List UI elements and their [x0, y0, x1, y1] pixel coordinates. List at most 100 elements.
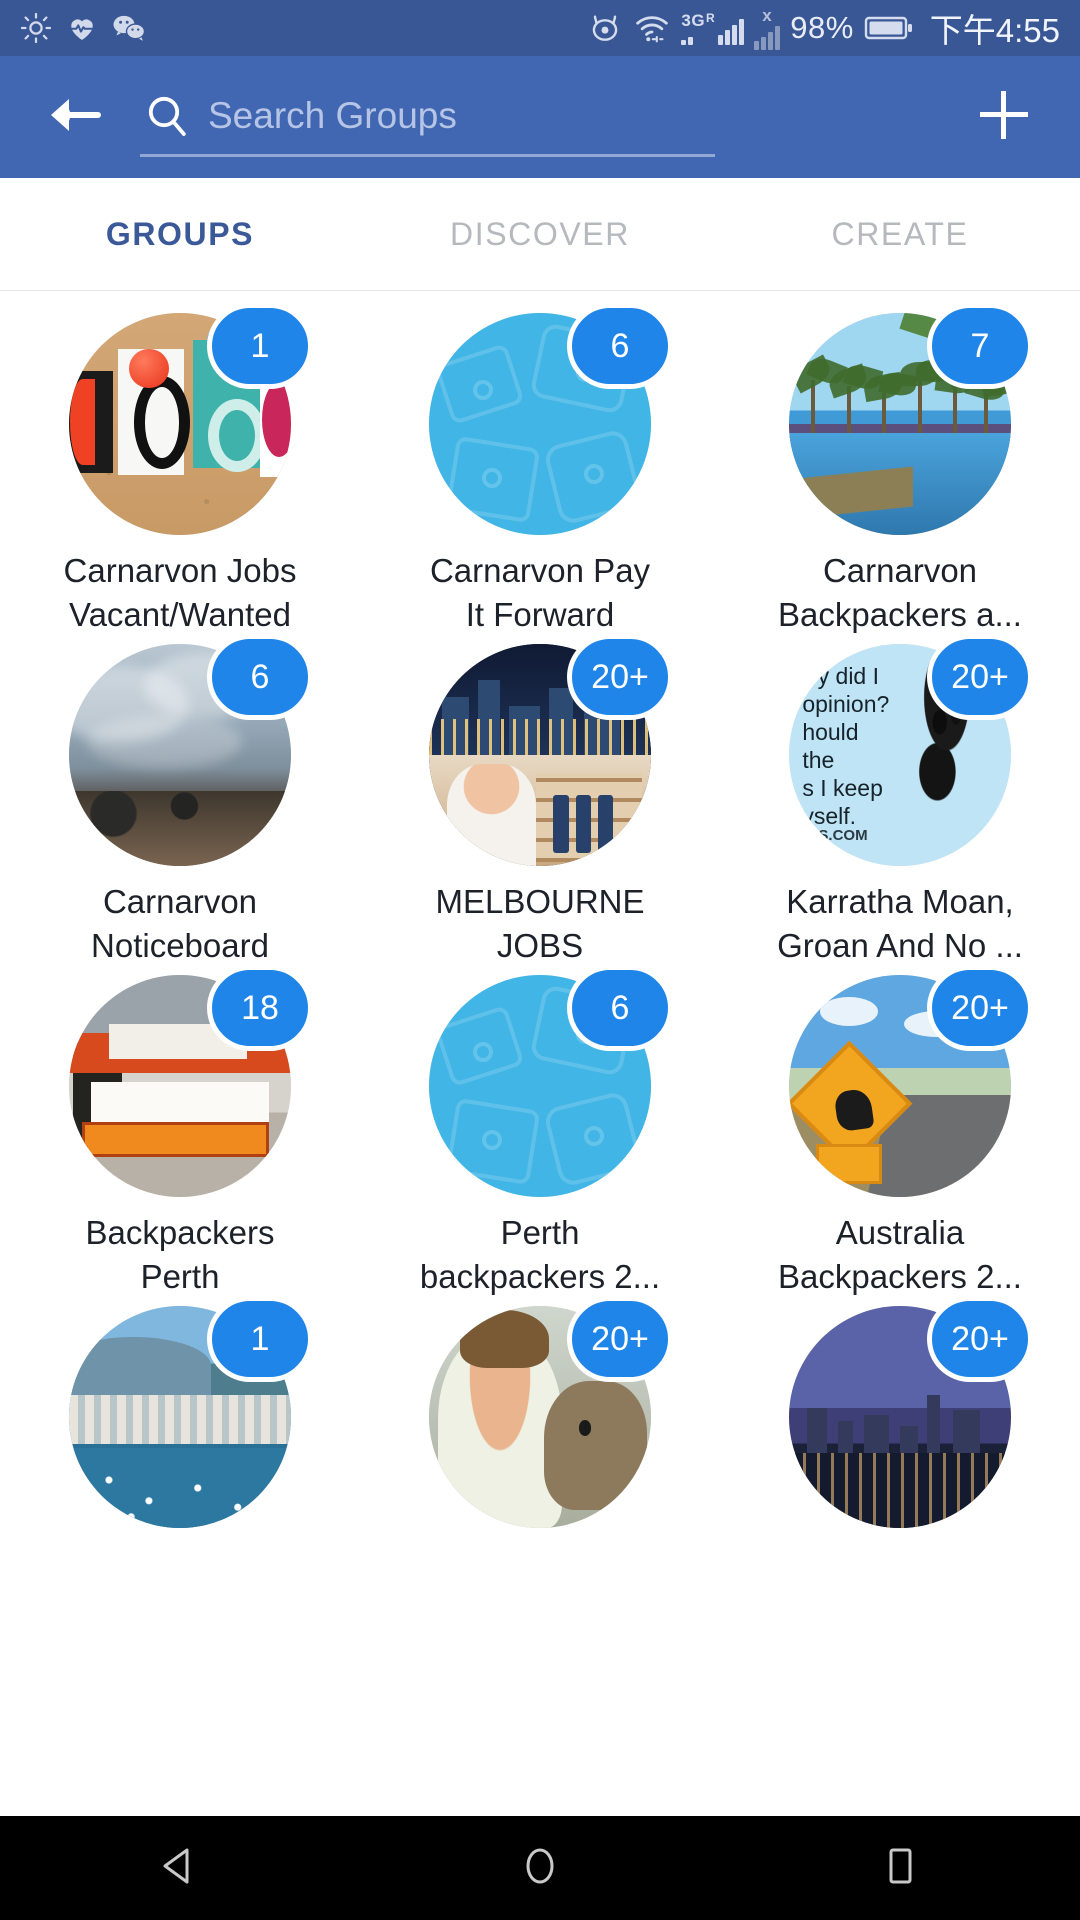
- unread-count-badge: 7: [927, 303, 1033, 389]
- group-name-label: Perth backpackers 2...: [390, 1211, 690, 1299]
- tab-discover[interactable]: DISCOVER: [360, 178, 720, 290]
- group-name-line2: Backpackers a...: [778, 596, 1022, 633]
- wechat-icon: [112, 13, 146, 43]
- group-avatar-wrap: 1: [69, 1296, 313, 1528]
- nav-recents-button[interactable]: [825, 1816, 975, 1920]
- search-icon: [140, 92, 194, 140]
- status-bar-right-icons: 3G R x 98% 下午4:55: [587, 4, 1060, 52]
- group-name-line1: Carnarvon: [822, 552, 978, 589]
- nav-home-button[interactable]: [465, 1816, 615, 1920]
- group-name-line1: Karratha Moan,: [786, 883, 1014, 920]
- group-card[interactable]: 1 Carnarvon Jobs Vacant/Wanted: [0, 303, 360, 644]
- plus-icon: [975, 86, 1033, 149]
- group-avatar-wrap: 20+: [429, 634, 673, 866]
- status-bar-left-icons: [20, 12, 146, 44]
- group-name-line1: Perth: [500, 1214, 580, 1251]
- tab-discover-label: DISCOVER: [450, 215, 630, 252]
- search-header: Search Groups: [0, 56, 1080, 178]
- group-name-line2: Noticeboard: [91, 927, 269, 964]
- group-avatar-wrap: 18: [69, 965, 313, 1197]
- status-bar: 3G R x 98% 下午4:55: [0, 0, 1080, 56]
- tab-create[interactable]: CREATE: [720, 178, 1080, 290]
- group-card[interactable]: rry did Iopinion? hould the s I keep yself. O…: [720, 634, 1080, 975]
- nav-back-triangle-icon: [157, 1843, 203, 1894]
- groups-grid: 1 Carnarvon Jobs Vacant/Wanted 6 Carnarvon P…: [0, 291, 1080, 1637]
- group-name-line1: Carnarvon: [102, 883, 258, 920]
- group-avatar-wrap: 20+: [789, 965, 1033, 1197]
- tab-create-label: CREATE: [831, 215, 969, 252]
- roaming-label: R: [706, 10, 716, 25]
- group-name-line1: Backpackers: [85, 1214, 275, 1251]
- unread-count-badge: 6: [567, 965, 673, 1051]
- nav-recents-square-icon: [877, 1841, 923, 1896]
- signal-3g-icon: 3G R: [681, 10, 745, 45]
- group-card[interactable]: 20+: [720, 1296, 1080, 1637]
- group-name-line2: It Forward: [465, 596, 615, 633]
- group-name-label: Carnarvon Jobs Vacant/Wanted: [30, 549, 330, 637]
- tab-bar: GROUPS DISCOVER CREATE: [0, 178, 1080, 291]
- group-card[interactable]: 7 Carnarvon Backpackers a...: [720, 303, 1080, 644]
- group-name-line1: Australia: [835, 1214, 965, 1251]
- group-name-label: Backpackers Perth: [30, 1211, 330, 1299]
- unread-count-badge: 6: [567, 303, 673, 389]
- group-card[interactable]: 6 Perth backpackers 2...: [360, 965, 720, 1306]
- group-avatar-wrap: 6: [429, 965, 673, 1197]
- group-avatar-wrap: rry did Iopinion? hould the s I keep yself. O…: [789, 634, 1033, 866]
- group-name-label: MELBOURNE JOBS: [390, 880, 690, 968]
- system-navigation-bar: [0, 1816, 1080, 1920]
- group-card[interactable]: 6 Carnarvon Pay It Forward: [360, 303, 720, 644]
- group-card[interactable]: 20+ MELBOURNE JOBS: [360, 634, 720, 975]
- unread-count-badge: 6: [207, 634, 313, 720]
- unread-count-badge: 20+: [927, 634, 1033, 720]
- status-bar-clock: 下午4:55: [929, 12, 1060, 49]
- group-name-label: Carnarvon Backpackers a...: [750, 549, 1050, 637]
- brightness-icon: [20, 12, 52, 44]
- groups-grid-scroll[interactable]: 1 Carnarvon Jobs Vacant/Wanted 6 Carnarvon P…: [0, 291, 1080, 1860]
- search-input[interactable]: Search Groups: [140, 77, 715, 157]
- group-name-line1: MELBOURNE: [435, 883, 645, 920]
- group-avatar-wrap: 6: [429, 303, 673, 535]
- group-avatar-wrap: 1: [69, 303, 313, 535]
- back-button[interactable]: [36, 77, 116, 157]
- group-name-label: Australia Backpackers 2...: [750, 1211, 1050, 1299]
- tab-groups[interactable]: GROUPS: [0, 178, 360, 290]
- search-placeholder-text: Search Groups: [208, 94, 457, 136]
- unread-count-badge: 20+: [567, 1296, 673, 1382]
- group-avatar-wrap: 6: [69, 634, 313, 866]
- group-name-label: Karratha Moan, Groan And No ...: [750, 880, 1050, 968]
- group-name-line2: JOBS: [496, 927, 584, 964]
- unread-count-badge: 20+: [927, 965, 1033, 1051]
- unread-count-badge: 1: [207, 1296, 313, 1382]
- group-card[interactable]: 18 Backpackers Perth: [0, 965, 360, 1306]
- group-name-label: Carnarvon Noticeboard: [30, 880, 330, 968]
- group-name-line2: Perth: [140, 1258, 220, 1295]
- battery-percent-label: 98%: [790, 10, 854, 45]
- nav-back-button[interactable]: [105, 1816, 255, 1920]
- group-card[interactable]: 20+: [360, 1296, 720, 1637]
- heart-rate-icon: [66, 12, 98, 44]
- no-sim-label: x: [762, 5, 773, 25]
- group-name-line2: Vacant/Wanted: [69, 596, 291, 633]
- wifi-icon: [633, 12, 671, 44]
- group-name-line2: backpackers 2...: [419, 1258, 661, 1295]
- group-name-line1: Carnarvon Jobs: [63, 552, 297, 589]
- group-avatar-wrap: 7: [789, 303, 1033, 535]
- nav-home-circle-icon: [517, 1841, 563, 1896]
- battery-icon: [864, 13, 914, 43]
- tab-groups-label: GROUPS: [105, 215, 255, 252]
- unread-count-badge: 20+: [927, 1296, 1033, 1382]
- signal-no-sim-icon: x: [754, 5, 781, 50]
- group-avatar-wrap: 20+: [789, 1296, 1033, 1528]
- back-arrow-icon: [45, 91, 107, 144]
- group-name-line2: Groan And No ...: [777, 927, 1023, 964]
- group-card[interactable]: 1: [0, 1296, 360, 1637]
- group-name-label: Carnarvon Pay It Forward: [390, 549, 690, 637]
- unread-count-badge: 18: [207, 965, 313, 1051]
- group-name-line1: Carnarvon Pay: [429, 552, 651, 589]
- group-card[interactable]: 6 Carnarvon Noticeboard: [0, 634, 360, 975]
- network-type-label: 3G: [681, 10, 706, 30]
- create-group-button[interactable]: [964, 77, 1044, 157]
- eye-comfort-icon: [587, 12, 623, 44]
- group-card[interactable]: 20+ Australia Backpackers 2...: [720, 965, 1080, 1306]
- unread-count-badge: 20+: [567, 634, 673, 720]
